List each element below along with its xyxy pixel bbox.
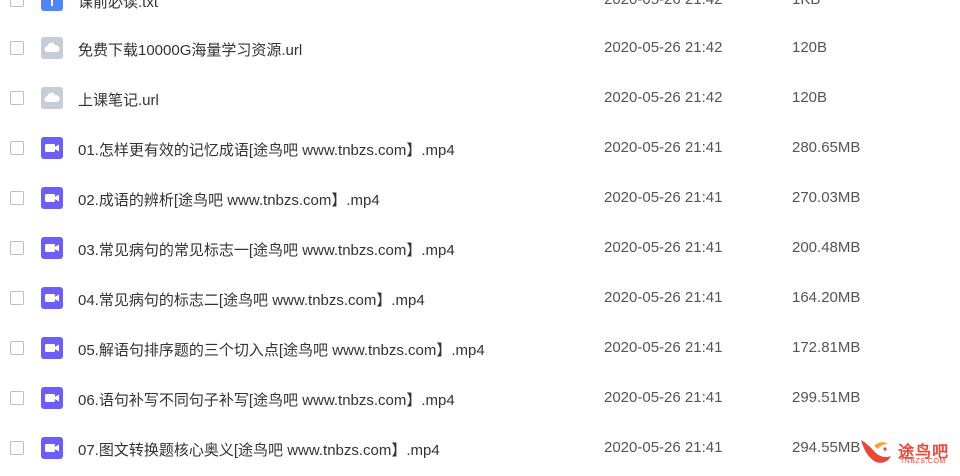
file-name[interactable]: 04.常见病句的标志二[途鸟吧 www.tnbzs.com】.mp4 <box>78 289 425 310</box>
file-name[interactable]: 01.怎样更有效的记忆成语[途鸟吧 www.tnbzs.com】.mp4 <box>78 139 455 160</box>
file-row[interactable]: 免费下载10000G海量学习资源.url 2020-05-26 21:42 12… <box>0 24 960 74</box>
file-row[interactable]: 02.成语的辨析[途鸟吧 www.tnbzs.com】.mp4 2020-05-… <box>0 174 960 224</box>
watermark: 途鸟吧 TNBZS.COM <box>858 432 958 472</box>
video-file-icon <box>41 287 63 309</box>
file-list: 课前必读.txt 2020-05-26 21:42 1KB 免费下载10000G… <box>0 0 960 476</box>
row-checkbox[interactable] <box>10 191 24 205</box>
file-size: 280.65MB <box>792 139 861 156</box>
row-checkbox[interactable] <box>10 341 24 355</box>
file-name[interactable]: 上课笔记.url <box>78 89 159 110</box>
file-size: 172.81MB <box>792 339 861 356</box>
file-size: 120B <box>792 89 828 106</box>
file-row[interactable]: 03.常见病句的常见标志一[途鸟吧 www.tnbzs.com】.mp4 202… <box>0 224 960 274</box>
video-file-icon <box>41 337 63 359</box>
file-date: 2020-05-26 21:41 <box>604 189 723 206</box>
url-file-icon <box>41 37 63 59</box>
file-name[interactable]: 07.图文转换题核心奥义[途鸟吧 www.tnbzs.com】.mp4 <box>78 439 440 460</box>
file-date: 2020-05-26 21:41 <box>604 239 723 256</box>
video-file-icon <box>41 237 63 259</box>
row-checkbox[interactable] <box>10 141 24 155</box>
url-file-icon <box>41 87 63 109</box>
file-date: 2020-05-26 21:42 <box>604 0 722 8</box>
file-row[interactable]: 01.怎样更有效的记忆成语[途鸟吧 www.tnbzs.com】.mp4 202… <box>0 124 960 174</box>
file-row[interactable]: 05.解语句排序题的三个切入点[途鸟吧 www.tnbzs.com】.mp4 2… <box>0 324 960 374</box>
row-checkbox[interactable] <box>10 291 24 305</box>
row-checkbox[interactable] <box>10 391 24 405</box>
file-size: 120B <box>792 39 828 56</box>
file-row[interactable]: 06.语句补写不同句子补写[途鸟吧 www.tnbzs.com】.mp4 202… <box>0 374 960 424</box>
file-name[interactable]: 03.常见病句的常见标志一[途鸟吧 www.tnbzs.com】.mp4 <box>78 239 455 260</box>
txt-file-icon <box>41 0 63 11</box>
file-row[interactable]: 课前必读.txt 2020-05-26 21:42 1KB <box>0 0 960 26</box>
file-row[interactable]: 04.常见病句的标志二[途鸟吧 www.tnbzs.com】.mp4 2020-… <box>0 274 960 324</box>
row-checkbox[interactable] <box>10 241 24 255</box>
file-date: 2020-05-26 21:41 <box>604 389 723 406</box>
file-row[interactable]: 上课笔记.url 2020-05-26 21:42 120B <box>0 74 960 124</box>
video-file-icon <box>41 387 63 409</box>
file-name[interactable]: 02.成语的辨析[途鸟吧 www.tnbzs.com】.mp4 <box>78 189 380 210</box>
file-size: 200.48MB <box>792 239 861 256</box>
watermark-subtext: TNBZS.COM <box>900 458 946 465</box>
file-date: 2020-05-26 21:41 <box>604 139 723 156</box>
video-file-icon <box>41 187 63 209</box>
file-size: 270.03MB <box>792 189 861 206</box>
row-checkbox[interactable] <box>10 0 24 7</box>
bird-logo-icon <box>861 440 891 463</box>
file-name[interactable]: 课前必读.txt <box>78 0 158 12</box>
file-date: 2020-05-26 21:42 <box>604 89 723 106</box>
file-name[interactable]: 06.语句补写不同句子补写[途鸟吧 www.tnbzs.com】.mp4 <box>78 389 455 410</box>
file-date: 2020-05-26 21:42 <box>604 39 723 56</box>
video-file-icon <box>41 437 63 459</box>
file-size: 1KB <box>792 0 820 8</box>
file-date: 2020-05-26 21:41 <box>604 339 723 356</box>
row-checkbox[interactable] <box>10 91 24 105</box>
file-date: 2020-05-26 21:41 <box>604 289 723 306</box>
file-name[interactable]: 免费下载10000G海量学习资源.url <box>78 39 302 60</box>
file-name[interactable]: 05.解语句排序题的三个切入点[途鸟吧 www.tnbzs.com】.mp4 <box>78 339 485 360</box>
row-checkbox[interactable] <box>10 41 24 55</box>
row-checkbox[interactable] <box>10 441 24 455</box>
file-size: 299.51MB <box>792 389 861 406</box>
file-date: 2020-05-26 21:41 <box>604 439 723 456</box>
file-size: 294.55MB <box>792 439 861 456</box>
video-file-icon <box>41 137 63 159</box>
file-row[interactable]: 07.图文转换题核心奥义[途鸟吧 www.tnbzs.com】.mp4 2020… <box>0 424 960 474</box>
file-size: 164.20MB <box>792 289 861 306</box>
